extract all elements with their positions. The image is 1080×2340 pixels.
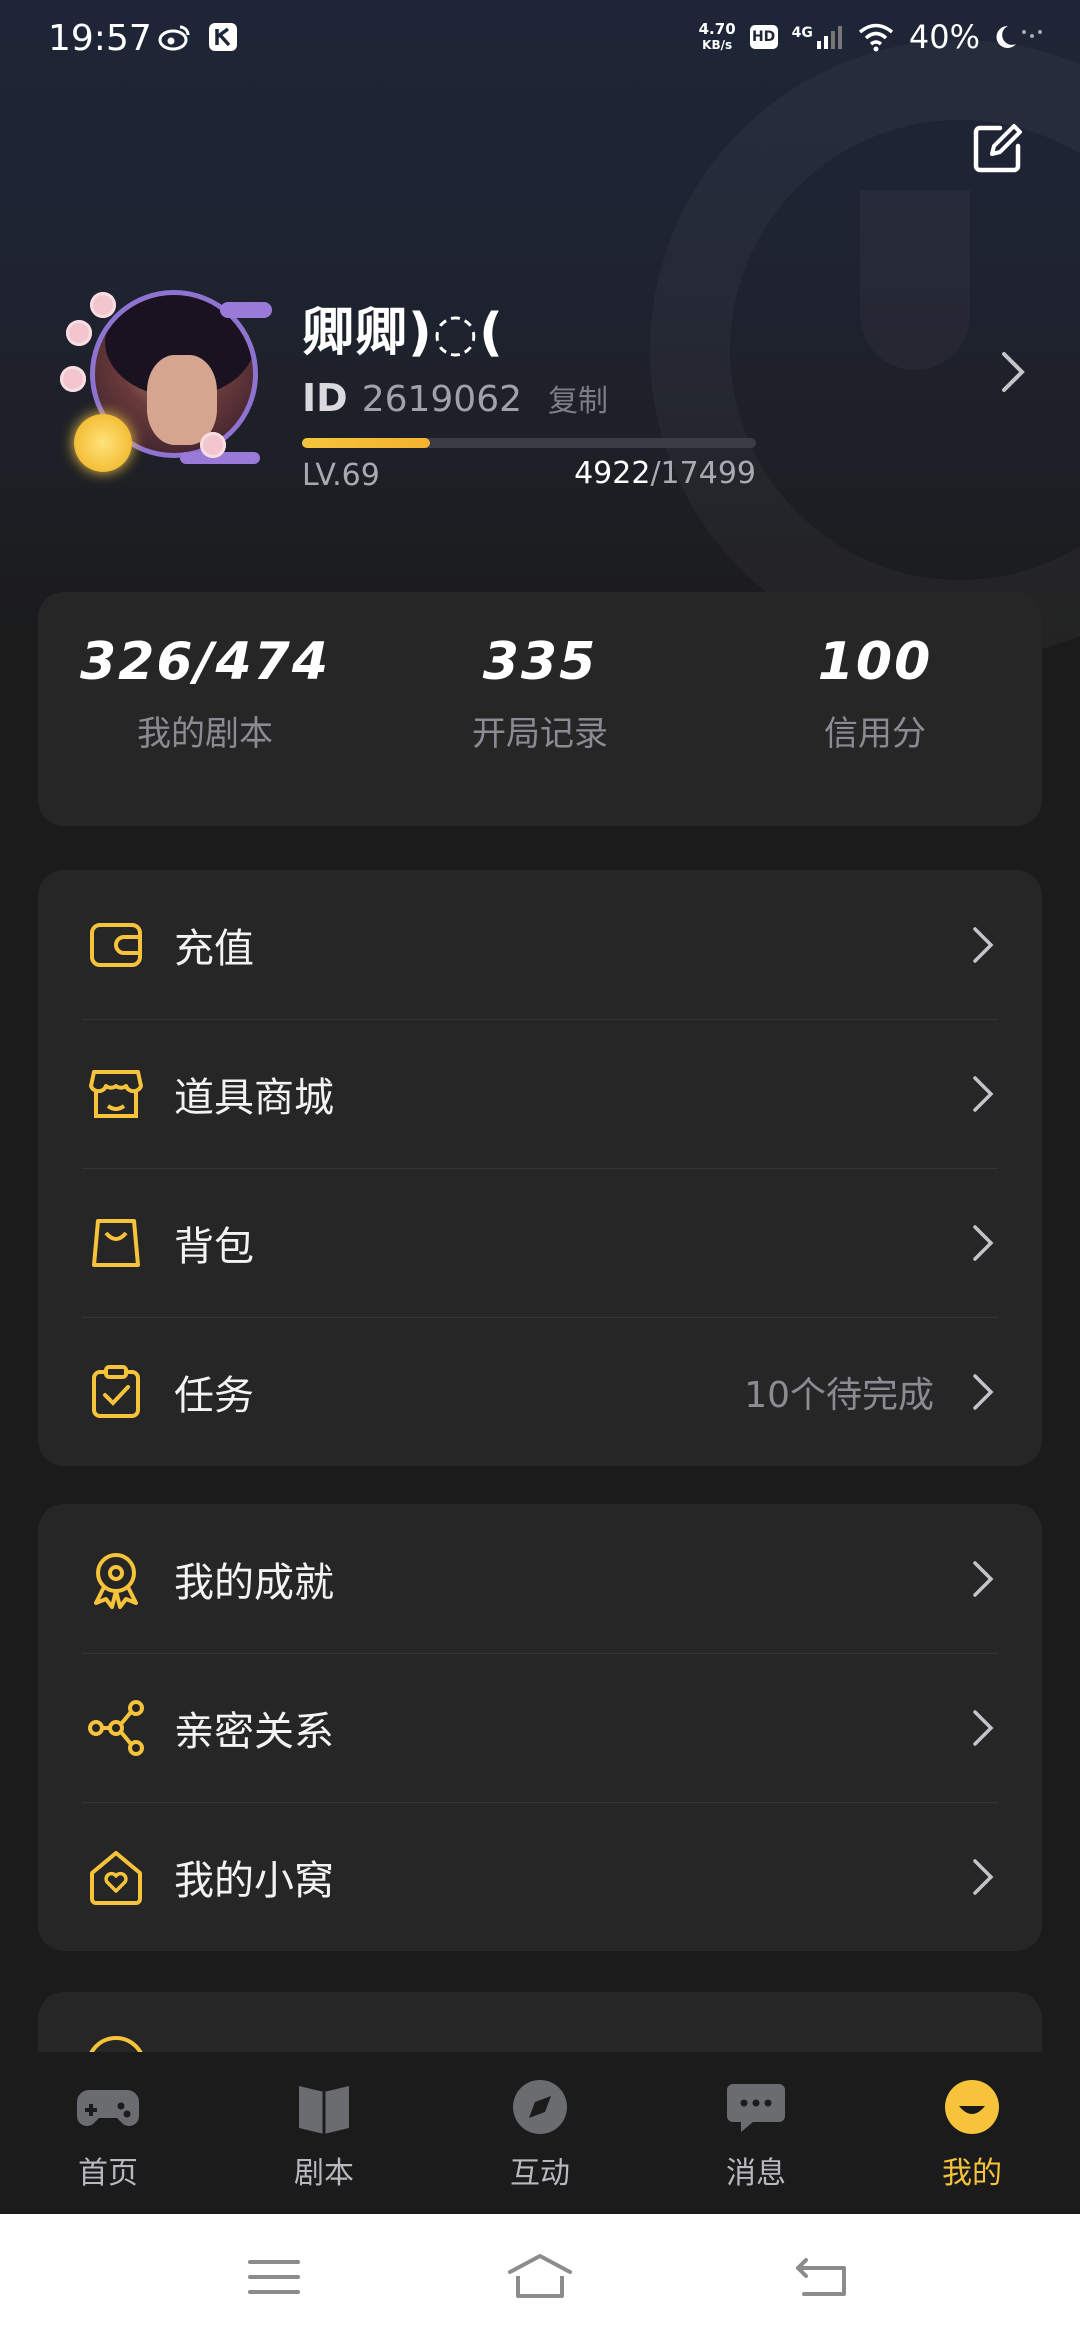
relationship-icon <box>88 1699 144 1756</box>
tasks-pending-count: 10个待完成 <box>744 1374 934 1416</box>
stat-value: 335 <box>482 632 598 692</box>
chevron-right-icon <box>973 1373 994 1410</box>
menu-label: 任务 <box>174 1372 254 1419</box>
menu-item-backpack[interactable]: 背包 <box>38 1168 1042 1317</box>
network-speed-unit: KB/s <box>702 38 733 52</box>
nav-label: 剧本 <box>294 2156 354 2191</box>
level-label: LV.69 <box>302 458 380 493</box>
stat-credit-score[interactable]: 100 信用分 <box>708 632 1042 755</box>
avatar-frame-flower <box>60 366 86 392</box>
status-time: 19:57 <box>48 18 152 59</box>
wallet-icon <box>90 922 142 967</box>
menu-card-social: 我的成就 亲密关系 我的小窝 <box>38 1504 1042 1951</box>
nav-home[interactable]: 首页 <box>0 2052 216 2214</box>
nav-label: 我的 <box>942 2156 1002 2191</box>
menu-item-tasks[interactable]: 任务 10个待完成 <box>38 1317 1042 1466</box>
achievement-icon <box>94 1552 138 1609</box>
avatar[interactable] <box>60 282 272 482</box>
menu-item-relationships[interactable]: 亲密关系 <box>38 1653 1042 1802</box>
level-progress-bar <box>302 438 756 448</box>
gamepad-icon <box>77 2090 139 2126</box>
task-icon <box>92 1364 140 1418</box>
nav-label: 首页 <box>78 2156 138 2191</box>
copy-id-button[interactable]: 复制 <box>548 376 608 420</box>
store-icon <box>89 1069 143 1118</box>
network-speed-value: 4.70 <box>698 20 736 38</box>
chevron-right-icon <box>973 1858 994 1895</box>
chevron-right-icon <box>973 1709 994 1746</box>
hd-badge: HD <box>749 25 778 49</box>
home-heart-icon <box>90 1850 142 1905</box>
home-icon[interactable] <box>506 2252 574 2302</box>
nav-mine[interactable]: 我的 <box>864 2052 1080 2214</box>
avatar-frame-moon <box>74 414 132 472</box>
chevron-right-icon <box>973 1560 994 1597</box>
menu-item-recharge[interactable]: 充值 <box>38 870 1042 1019</box>
profile-detail-chevron-icon[interactable] <box>998 350 1028 394</box>
status-notification-icons <box>158 22 238 52</box>
compass-icon <box>513 2080 567 2134</box>
edit-profile-icon[interactable] <box>970 120 1026 176</box>
stat-my-scripts[interactable]: 326/474 我的剧本 <box>38 632 372 755</box>
avatar-frame-flower <box>90 292 116 318</box>
weibo-icon <box>158 25 190 51</box>
stat-value: 100 <box>817 632 933 692</box>
id-label: ID <box>302 376 348 420</box>
menu-item-my-nest[interactable]: 我的小窝 <box>38 1802 1042 1951</box>
experience-current: 4922 <box>574 456 651 491</box>
nav-label: 消息 <box>726 2156 786 2191</box>
status-bar: 19:57 4.70 KB/s HD 4G 40% <box>0 0 1080 84</box>
user-id-row: ID 2619062 复制 <box>302 376 608 420</box>
chevron-right-icon <box>973 1075 994 1112</box>
username: 卿卿)◌( <box>302 303 504 363</box>
k-app-icon <box>209 23 237 51</box>
avatar-frame-flower <box>66 320 92 346</box>
menu-item-achievements[interactable]: 我的成就 <box>38 1504 1042 1653</box>
wifi-icon <box>858 23 893 52</box>
menu-icon[interactable] <box>244 2252 304 2302</box>
back-icon[interactable] <box>792 2252 852 2302</box>
stat-label: 我的剧本 <box>137 714 273 754</box>
stats-card: 326/474 我的剧本 335 开局记录 100 信用分 <box>38 592 1042 826</box>
bag-icon <box>92 1218 140 1267</box>
system-navigation-bar <box>0 2214 1080 2340</box>
chevron-right-icon <box>973 926 994 963</box>
bottom-navigation: 首页 剧本 互动 消息 我的 <box>0 2052 1080 2214</box>
nav-scripts[interactable]: 剧本 <box>216 2052 432 2214</box>
moon-icon <box>996 25 1042 48</box>
menu-label: 背包 <box>174 1223 254 1270</box>
chevron-right-icon <box>973 1224 994 1261</box>
nav-label: 互动 <box>510 2156 570 2191</box>
avatar-frame-flower <box>200 432 226 458</box>
nav-messages[interactable]: 消息 <box>648 2052 864 2214</box>
stat-label: 信用分 <box>824 714 926 754</box>
smile-icon <box>945 2080 999 2134</box>
menu-item-item-store[interactable]: 道具商城 <box>38 1019 1042 1168</box>
experience-total: /17499 <box>650 456 756 491</box>
avatar-frame-decoration <box>220 302 272 318</box>
menu-label: 我的小窝 <box>174 1857 334 1904</box>
nav-interact[interactable]: 互动 <box>432 2052 648 2214</box>
stat-value: 326/474 <box>79 632 331 692</box>
signal-bars-icon <box>816 26 842 49</box>
signal-label: 4G <box>791 25 813 41</box>
status-right-icons: 4.70 KB/s HD 4G 40% <box>699 18 1044 56</box>
book-icon <box>299 2086 349 2134</box>
stat-game-records[interactable]: 335 开局记录 <box>373 632 707 755</box>
menu-label: 亲密关系 <box>174 1708 334 1755</box>
battery-percentage: 40% <box>908 18 980 56</box>
menu-label: 充值 <box>174 925 254 972</box>
menu-card-wallet: 充值 道具商城 背包 任务 10个待完成 <box>38 870 1042 1466</box>
profile-page: 19:57 4.70 KB/s HD 4G 40% 卿卿)◌(ID 26190… <box>0 0 1080 2340</box>
signal-indicator: 4G <box>792 25 843 49</box>
level-progress-fill <box>302 438 430 448</box>
experience-text: 4922/17499 <box>574 456 756 491</box>
background-decoration-2 <box>860 190 970 370</box>
network-speed: 4.70 KB/s <box>699 21 736 53</box>
chat-icon <box>727 2084 785 2132</box>
stat-label: 开局记录 <box>472 714 608 754</box>
id-value: 2619062 <box>361 379 523 420</box>
menu-label: 道具商城 <box>174 1074 334 1121</box>
menu-label: 我的成就 <box>174 1559 334 1606</box>
